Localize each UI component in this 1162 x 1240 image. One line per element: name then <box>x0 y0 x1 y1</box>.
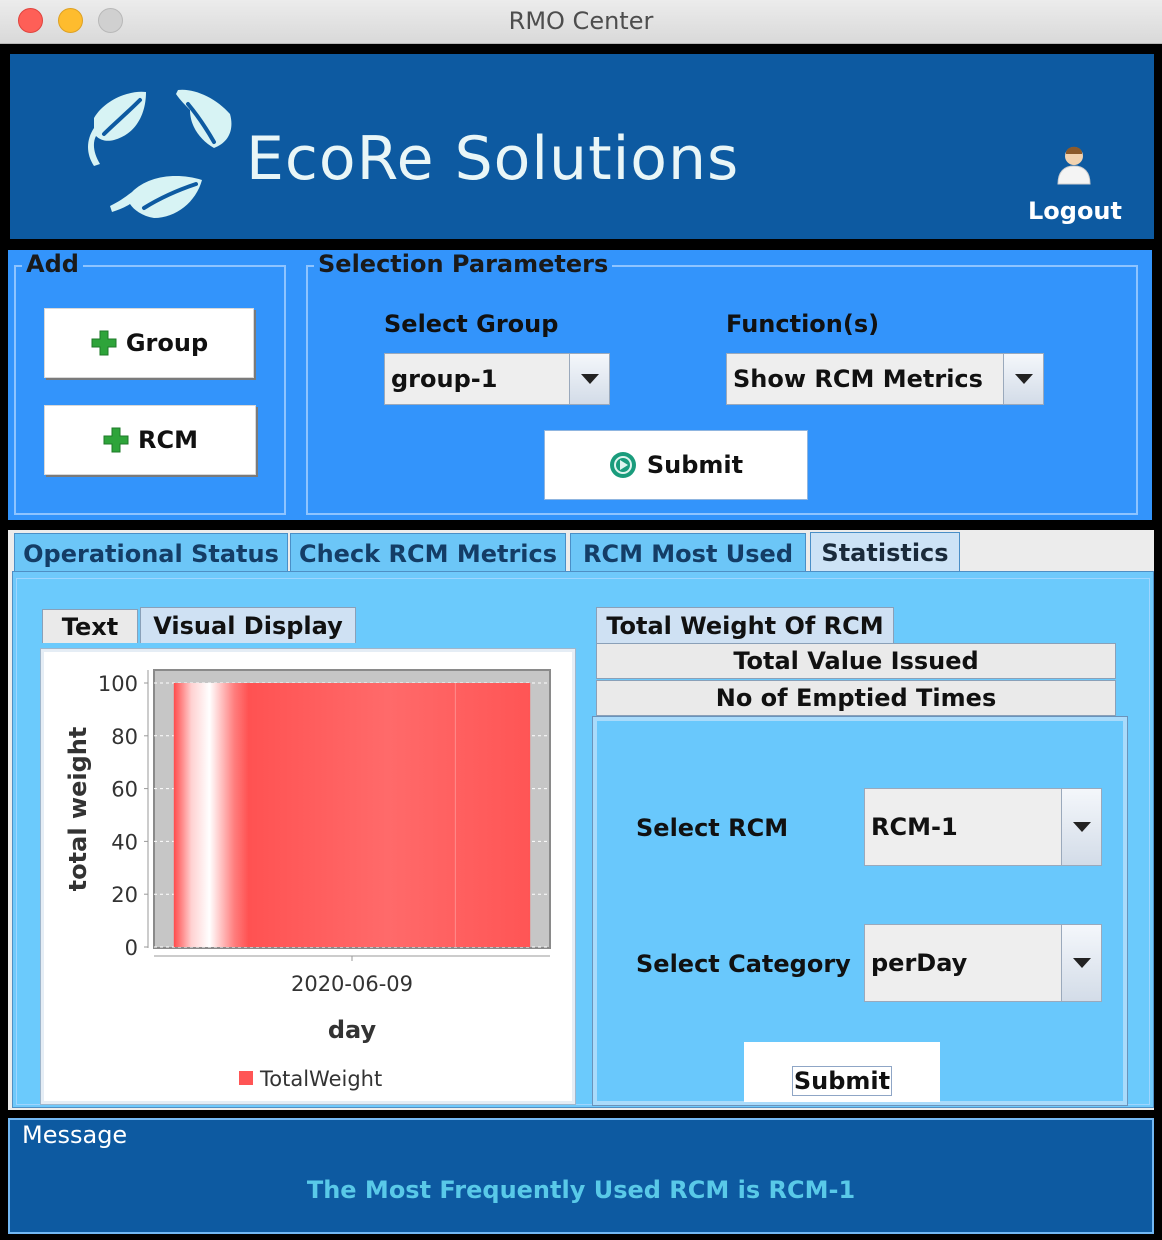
selection-submit-button[interactable]: Submit <box>544 430 808 500</box>
tab-check-rcm-metrics[interactable]: Check RCM Metrics <box>290 533 566 573</box>
tab-statistics[interactable]: Statistics <box>810 532 960 572</box>
stat-submit-button[interactable]: Submit <box>744 1042 940 1102</box>
plus-icon <box>91 330 117 356</box>
y-tick-label: 0 <box>125 936 138 960</box>
add-group-button[interactable]: Group <box>44 308 254 378</box>
add-panel-legend: Add <box>22 250 83 278</box>
select-rcm-label: Select RCM <box>636 814 789 842</box>
selection-submit-label: Submit <box>646 451 744 479</box>
window-title: RMO Center <box>508 7 654 35</box>
tab-operational-status[interactable]: Operational Status <box>14 533 288 573</box>
y-tick-label: 80 <box>111 725 138 749</box>
logout-button[interactable]: Logout <box>1000 197 1150 225</box>
bar-totalweight <box>173 683 531 947</box>
y-tick-label: 60 <box>111 778 138 802</box>
category-select-value: perDay <box>871 949 968 977</box>
tab-total-value-issued[interactable]: Total Value Issued <box>596 643 1116 679</box>
total-weight-bar-chart: 0 20 40 60 80 100 2020-06-09 total weight day… <box>64 669 551 1091</box>
plus-icon <box>103 427 129 453</box>
functions-label: Function(s) <box>726 310 880 338</box>
tab-rcm-most-used[interactable]: RCM Most Used <box>570 533 806 573</box>
user-avatar-icon[interactable] <box>1056 144 1092 186</box>
play-circle-icon <box>609 452 636 478</box>
selection-parameters-legend: Selection Parameters <box>314 250 613 278</box>
leaves-logo-icon <box>88 89 232 218</box>
legend-label: TotalWeight <box>259 1067 382 1091</box>
y-tick-label: 100 <box>98 672 138 696</box>
add-rcm-button[interactable]: RCM <box>44 405 256 475</box>
select-category-label: Select Category <box>636 950 851 978</box>
chevron-down-icon[interactable] <box>1061 789 1101 865</box>
add-panel <box>14 265 286 515</box>
group-select[interactable]: group-1 <box>384 353 610 405</box>
function-select-value: Show RCM Metrics <box>733 365 983 393</box>
brand-name: EcoRe Solutions <box>246 124 740 194</box>
y-tick-label: 40 <box>111 830 138 854</box>
select-group-label: Select Group <box>384 310 559 338</box>
message-legend: Message <box>18 1121 132 1149</box>
tab-no-of-emptied-times[interactable]: No of Emptied Times <box>596 680 1116 716</box>
legend-swatch <box>239 1071 253 1085</box>
message-text: The Most Frequently Used RCM is RCM-1 <box>306 1176 856 1204</box>
function-select[interactable]: Show RCM Metrics <box>726 353 1044 405</box>
x-axis-title: day <box>328 1016 377 1044</box>
category-select[interactable]: perDay <box>864 924 1102 1002</box>
add-group-label: Group <box>125 329 209 357</box>
y-axis-title: total weight <box>64 727 92 892</box>
chevron-down-icon[interactable] <box>569 354 609 404</box>
y-tick-label: 20 <box>111 883 138 907</box>
chevron-down-icon[interactable] <box>1061 925 1101 1001</box>
stat-submit-label: Submit <box>791 1066 893 1096</box>
tab-visual-display[interactable]: Visual Display <box>140 607 356 643</box>
x-tick-label: 2020-06-09 <box>291 972 413 996</box>
rcm-select[interactable]: RCM-1 <box>864 788 1102 866</box>
group-select-value: group-1 <box>391 365 498 393</box>
window-titlebar: RMO Center <box>0 0 1162 44</box>
chevron-down-icon[interactable] <box>1003 354 1043 404</box>
add-rcm-label: RCM <box>138 426 198 454</box>
rcm-select-value: RCM-1 <box>871 813 958 841</box>
tab-total-weight-of-rcm[interactable]: Total Weight Of RCM <box>596 607 894 643</box>
tab-text[interactable]: Text <box>42 609 138 643</box>
